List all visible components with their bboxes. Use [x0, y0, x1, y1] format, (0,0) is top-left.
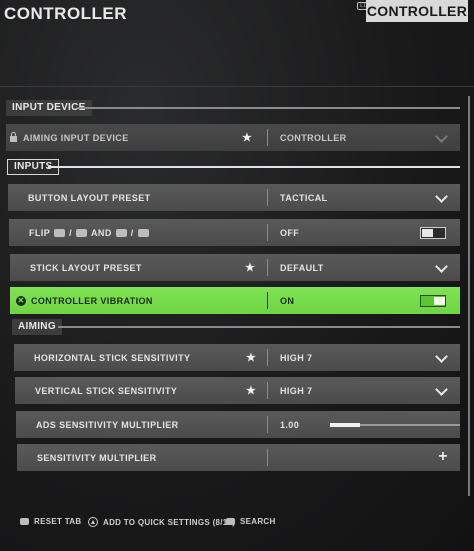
footer-label: ADD TO QUICK SETTINGS (8/16)	[103, 517, 236, 527]
page-title: CONTROLLER	[4, 4, 128, 23]
footer-search[interactable]: SEARCH	[226, 517, 276, 526]
r1-button-icon	[115, 228, 127, 237]
slash: /	[130, 227, 134, 238]
row-horizontal-stick-sensitivity[interactable]: HORIZONTAL STICK SENSITIVITY ★ HIGH 7	[14, 344, 460, 371]
row-value: 1.00	[280, 419, 300, 430]
slider-track[interactable]	[330, 423, 460, 427]
chevron-down-icon	[435, 130, 448, 143]
row-flip-bumpers-triggers[interactable]: FLIP / AND / OFF	[9, 219, 460, 246]
row-stick-layout-preset[interactable]: STICK LAYOUT PRESET ★ DEFAULT	[10, 254, 460, 281]
row-label: ADS SENSITIVITY MULTIPLIER	[36, 419, 179, 430]
slash: /	[69, 227, 73, 238]
chevron-down-icon[interactable]	[435, 260, 448, 273]
r2-button-icon	[137, 228, 149, 237]
row-button-layout-preset[interactable]: BUTTON LAYOUT PRESET TACTICAL	[8, 184, 460, 211]
toggle-switch[interactable]	[420, 295, 446, 307]
triangle-button-icon	[88, 517, 98, 527]
header-divider	[0, 86, 474, 87]
row-value: HIGH 7	[280, 385, 313, 396]
row-ads-sensitivity-multiplier[interactable]: ADS SENSITIVITY MULTIPLIER 1.00	[16, 411, 460, 438]
footer-label: SEARCH	[240, 517, 276, 526]
section-inputs-line	[48, 166, 460, 168]
row-label: CONTROLLER VIBRATION	[31, 295, 153, 306]
row-value: ON	[280, 295, 295, 306]
l1-button-icon	[54, 228, 66, 237]
row-label: BUTTON LAYOUT PRESET	[28, 192, 151, 203]
favorite-star-icon[interactable]: ★	[246, 351, 256, 364]
chevron-down-icon[interactable]	[435, 350, 448, 363]
footer-label: RESET TAB	[34, 517, 82, 526]
tab-controller[interactable]: CONTROLLER	[366, 0, 468, 22]
toggle-switch[interactable]	[420, 227, 446, 239]
footer-add-quick-settings[interactable]: ADD TO QUICK SETTINGS (8/16)	[88, 517, 235, 527]
row-controller-vibration[interactable]: ✕ CONTROLLER VIBRATION ON	[10, 287, 460, 314]
row-label: SENSITIVITY MULTIPLIER	[37, 452, 157, 463]
favorite-star-icon[interactable]: ★	[246, 384, 256, 397]
row-aiming-input-device[interactable]: AIMING INPUT DEVICE ★ CONTROLLER	[6, 124, 460, 151]
scrollbar[interactable]	[468, 96, 470, 496]
l2-button-icon	[76, 228, 88, 237]
row-value: HIGH 7	[280, 352, 313, 363]
row-vertical-stick-sensitivity[interactable]: VERTICAL STICK SENSITIVITY ★ HIGH 7	[15, 377, 460, 404]
chevron-down-icon[interactable]	[435, 383, 448, 396]
favorite-star-icon[interactable]: ★	[242, 131, 252, 144]
footer-reset-tab[interactable]: RESET TAB	[20, 517, 81, 526]
chevron-down-icon[interactable]	[435, 190, 448, 203]
slider-fill	[330, 423, 360, 427]
section-aiming-line	[58, 326, 460, 328]
row-label: STICK LAYOUT PRESET	[30, 262, 142, 273]
favorite-star-icon[interactable]: ★	[245, 261, 255, 274]
row-label: VERTICAL STICK SENSITIVITY	[35, 385, 178, 396]
row-label: HORIZONTAL STICK SENSITIVITY	[34, 352, 191, 363]
row-label-and: AND	[91, 227, 112, 238]
row-value: TACTICAL	[280, 192, 328, 203]
close-icon: ✕	[16, 295, 26, 306]
row-sensitivity-multiplier[interactable]: SENSITIVITY MULTIPLIER +	[17, 444, 460, 471]
section-input-device-line	[78, 107, 460, 109]
row-label: AIMING INPUT DEVICE	[23, 132, 129, 143]
touchpad-button-icon	[226, 518, 235, 525]
toggle-knob	[434, 297, 445, 305]
section-aiming: AIMING	[12, 319, 62, 335]
row-label-flip: FLIP	[29, 227, 51, 238]
lock-icon	[10, 131, 17, 142]
toggle-knob	[422, 229, 433, 237]
row-value: CONTROLLER	[280, 132, 347, 143]
plus-icon[interactable]: +	[438, 448, 448, 466]
row-value: OFF	[280, 227, 300, 238]
r3-button-icon	[20, 518, 29, 525]
row-value: DEFAULT	[280, 262, 324, 273]
